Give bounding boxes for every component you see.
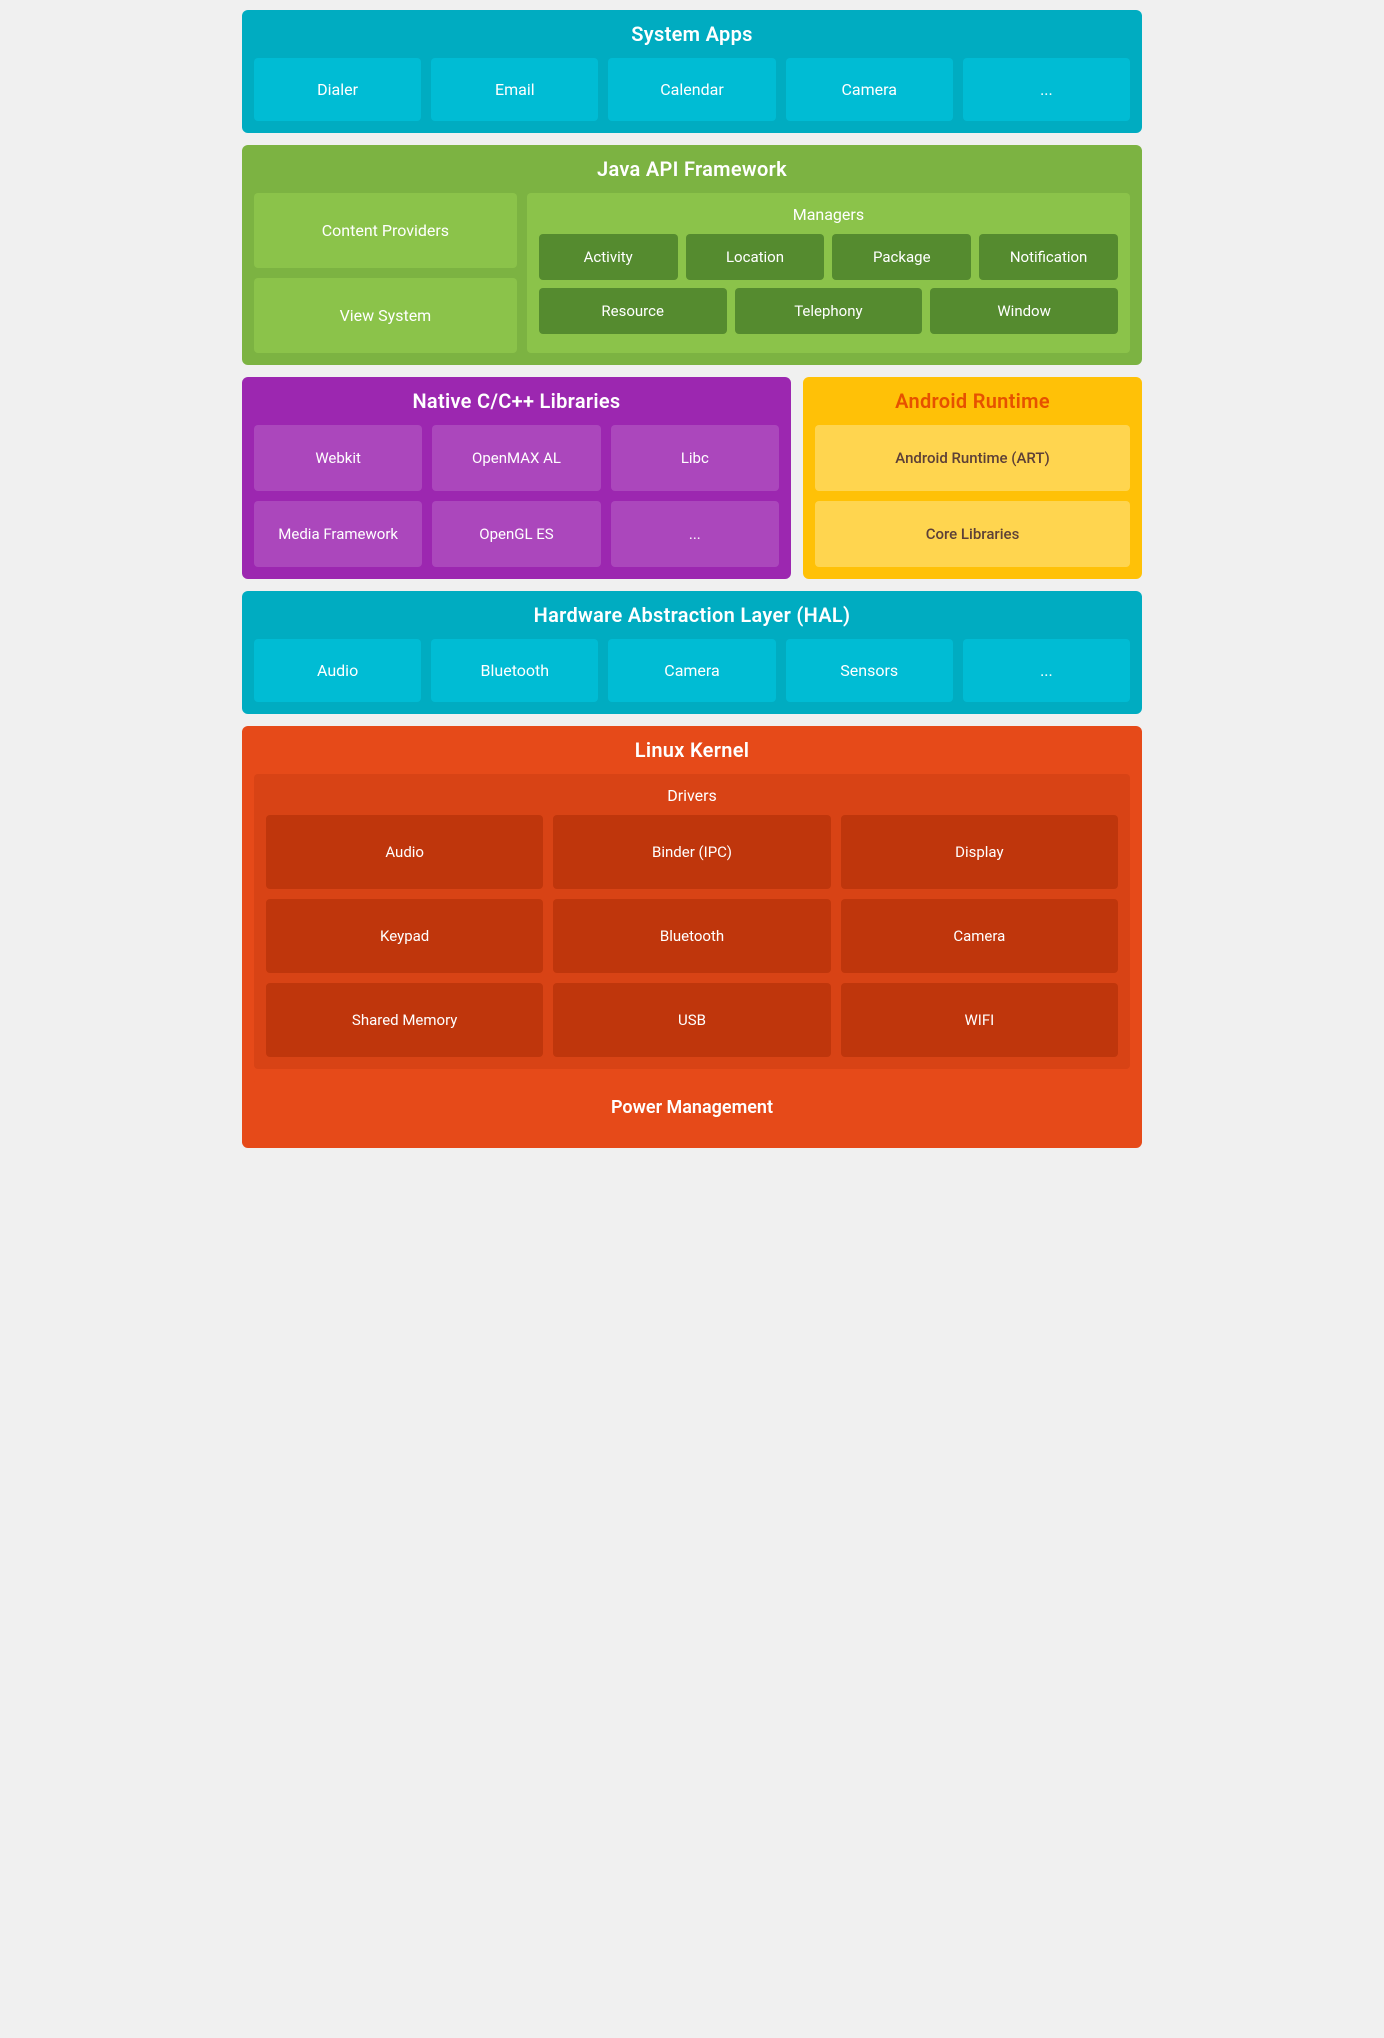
content-providers-item: Content Providers [254,193,517,268]
driver-display: Display [841,815,1118,889]
managers-row-2: Resource Telephony Window [539,288,1118,334]
hal-camera: Camera [608,639,775,702]
manager-window: Window [930,288,1118,334]
native-media-framework: Media Framework [254,501,422,567]
native-openmax: OpenMAX AL [432,425,600,491]
hal-title: Hardware Abstraction Layer (HAL) [254,603,1130,627]
native-libc: Libc [611,425,779,491]
view-system-item: View System [254,278,517,353]
system-app-camera: Camera [786,58,953,121]
driver-audio: Audio [266,815,543,889]
android-architecture-diagram: System Apps Dialer Email Calendar Camera… [242,10,1142,1148]
driver-wifi: WIFI [841,983,1118,1057]
runtime-layer: Android Runtime Android Runtime (ART) Co… [803,377,1142,579]
linux-kernel-title: Linux Kernel [254,738,1130,762]
driver-binder: Binder (IPC) [553,815,830,889]
manager-notification: Notification [979,234,1118,280]
runtime-art: Android Runtime (ART) [815,425,1130,491]
drivers-title: Drivers [266,786,1118,805]
hal-sensors: Sensors [786,639,953,702]
manager-activity: Activity [539,234,678,280]
java-api-inner: Content Providers View System Managers A… [254,193,1130,353]
native-webkit: Webkit [254,425,422,491]
native-opengl: OpenGL ES [432,501,600,567]
native-more: ... [611,501,779,567]
managers-title: Managers [539,205,1118,224]
manager-location: Location [686,234,825,280]
system-app-dialer: Dialer [254,58,421,121]
hal-layer: Hardware Abstraction Layer (HAL) Audio B… [242,591,1142,714]
managers-grid: Activity Location Package Notification R… [539,234,1118,334]
hal-audio: Audio [254,639,421,702]
system-app-more: ... [963,58,1130,121]
driver-bluetooth: Bluetooth [553,899,830,973]
native-grid: Webkit OpenMAX AL Libc Media Framework O… [254,425,779,567]
manager-resource: Resource [539,288,727,334]
system-apps-layer: System Apps Dialer Email Calendar Camera… [242,10,1142,133]
java-api-left: Content Providers View System [254,193,517,353]
linux-kernel-layer: Linux Kernel Drivers Audio Binder (IPC) … [242,726,1142,1148]
runtime-title: Android Runtime [815,389,1130,413]
power-management-item: Power Management [254,1079,1130,1136]
managers-box: Managers Activity Location Package Notif… [527,193,1130,353]
hal-row: Audio Bluetooth Camera Sensors ... [254,639,1130,702]
system-apps-title: System Apps [254,22,1130,46]
java-api-layer: Java API Framework Content Providers Vie… [242,145,1142,365]
drivers-grid: Audio Binder (IPC) Display Keypad Blueto… [266,815,1118,1057]
managers-row-1: Activity Location Package Notification [539,234,1118,280]
runtime-core-libraries: Core Libraries [815,501,1130,567]
manager-package: Package [832,234,971,280]
driver-camera: Camera [841,899,1118,973]
system-app-calendar: Calendar [608,58,775,121]
hal-more: ... [963,639,1130,702]
native-layer: Native C/C++ Libraries Webkit OpenMAX AL… [242,377,791,579]
driver-keypad: Keypad [266,899,543,973]
native-runtime-row: Native C/C++ Libraries Webkit OpenMAX AL… [242,377,1142,579]
manager-telephony: Telephony [735,288,923,334]
system-app-email: Email [431,58,598,121]
java-api-title: Java API Framework [254,157,1130,181]
drivers-box: Drivers Audio Binder (IPC) Display Keypa… [254,774,1130,1069]
native-title: Native C/C++ Libraries [254,389,779,413]
runtime-items: Android Runtime (ART) Core Libraries [815,425,1130,567]
driver-shared-memory: Shared Memory [266,983,543,1057]
system-apps-row: Dialer Email Calendar Camera ... [254,58,1130,121]
driver-usb: USB [553,983,830,1057]
hal-bluetooth: Bluetooth [431,639,598,702]
